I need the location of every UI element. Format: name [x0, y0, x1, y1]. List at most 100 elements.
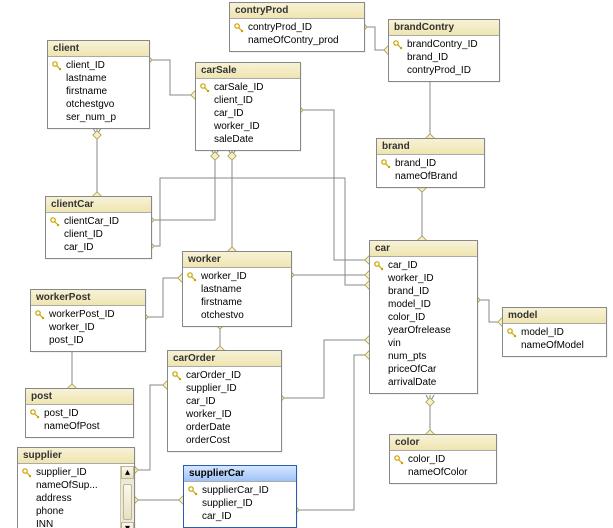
- column[interactable]: client_ID: [200, 94, 296, 107]
- table-model[interactable]: modelmodel_IDnameOfModel: [502, 307, 607, 357]
- column[interactable]: car_ID: [188, 510, 292, 523]
- table-header[interactable]: color: [390, 435, 496, 451]
- table-contryProd[interactable]: contryProd contryProd_IDnameOfContry_prod: [229, 2, 365, 52]
- column[interactable]: car_ID: [50, 241, 147, 254]
- column[interactable]: lastname: [187, 283, 287, 296]
- table-supplier[interactable]: supplier supplier_IDnameOfSup...addressph…: [17, 447, 135, 528]
- table-carOrder[interactable]: carOrdercarOrder_IDsupplier_IDcar_IDwork…: [167, 350, 282, 452]
- table-columns: carOrder_IDsupplier_IDcar_IDworker_IDord…: [168, 367, 281, 451]
- column[interactable]: INN: [22, 518, 130, 528]
- table-post[interactable]: post post_IDnameOfPost: [25, 388, 134, 438]
- column[interactable]: workerPost_ID: [35, 308, 141, 321]
- table-header[interactable]: brand: [377, 139, 484, 155]
- column-name: carOrder_ID: [186, 370, 241, 381]
- table-color[interactable]: color color_IDnameOfColor: [389, 434, 497, 484]
- column[interactable]: brandContry_ID: [393, 38, 495, 51]
- column[interactable]: address: [22, 492, 130, 505]
- column[interactable]: brand_ID: [393, 51, 495, 64]
- column[interactable]: nameOfSup...: [22, 479, 130, 492]
- table-header[interactable]: workerPost: [31, 290, 145, 306]
- column[interactable]: lastname: [52, 72, 145, 85]
- column[interactable]: vin: [374, 337, 473, 350]
- table-brandContry[interactable]: brandContry brandContry_IDbrand_IDcontryP…: [388, 19, 500, 82]
- column[interactable]: supplier_ID: [188, 497, 292, 510]
- table-columns: model_IDnameOfModel: [503, 324, 606, 356]
- table-header[interactable]: clientCar: [46, 197, 151, 213]
- column[interactable]: nameOfBrand: [381, 170, 480, 183]
- column[interactable]: clientCar_ID: [50, 215, 147, 228]
- column[interactable]: otchestvo: [187, 309, 287, 322]
- table-header[interactable]: post: [26, 389, 133, 405]
- column[interactable]: supplier_ID: [22, 466, 130, 479]
- column[interactable]: client_ID: [50, 228, 147, 241]
- column[interactable]: yearOfrelease: [374, 324, 473, 337]
- table-header[interactable]: worker: [183, 252, 291, 268]
- column[interactable]: worker_ID: [172, 408, 277, 421]
- column[interactable]: priceOfCar: [374, 363, 473, 376]
- table-car[interactable]: car car_IDworker_IDbrand_IDmodel_IDcolor_…: [369, 240, 478, 394]
- column[interactable]: num_pts: [374, 350, 473, 363]
- column[interactable]: brand_ID: [381, 157, 480, 170]
- column[interactable]: color_ID: [394, 453, 492, 466]
- table-header[interactable]: brandContry: [389, 20, 499, 36]
- column[interactable]: car_ID: [374, 259, 473, 272]
- column[interactable]: car_ID: [172, 395, 277, 408]
- column-icon: [200, 135, 210, 145]
- table-worker[interactable]: worker worker_IDlastnamefirstnameotchestv…: [182, 251, 292, 327]
- column[interactable]: ser_num_p: [52, 111, 145, 124]
- table-header[interactable]: model: [503, 308, 606, 324]
- column[interactable]: arrivalDate: [374, 376, 473, 389]
- column[interactable]: brand_ID: [374, 285, 473, 298]
- column[interactable]: saleDate: [200, 133, 296, 146]
- table-header[interactable]: contryProd: [230, 3, 364, 19]
- column[interactable]: carOrder_ID: [172, 369, 277, 382]
- table-header[interactable]: supplierCar: [184, 466, 296, 482]
- column[interactable]: orderDate: [172, 421, 277, 434]
- scroll-thumb[interactable]: [123, 484, 132, 520]
- column[interactable]: worker_ID: [374, 272, 473, 285]
- column[interactable]: orderCost: [172, 434, 277, 447]
- column[interactable]: firstname: [52, 85, 145, 98]
- table-workerPost[interactable]: workerPost workerPost_IDworker_IDpost_ID: [30, 289, 146, 352]
- column[interactable]: supplier_ID: [172, 382, 277, 395]
- column-name: ser_num_p: [66, 112, 116, 123]
- column[interactable]: firstname: [187, 296, 287, 309]
- table-clientCar[interactable]: clientCar clientCar_IDclient_IDcar_ID: [45, 196, 152, 259]
- table-brand[interactable]: brand brand_IDnameOfBrand: [376, 138, 485, 188]
- column[interactable]: carSale_ID: [200, 81, 296, 94]
- column[interactable]: model_ID: [507, 326, 602, 339]
- column[interactable]: supplierCar_ID: [188, 484, 292, 497]
- column[interactable]: post_ID: [30, 407, 129, 420]
- column[interactable]: nameOfPost: [30, 420, 129, 433]
- table-header[interactable]: carSale: [196, 63, 300, 79]
- column[interactable]: nameOfContry_prod: [234, 34, 360, 47]
- column-name: vin: [388, 338, 401, 349]
- column[interactable]: color_ID: [374, 311, 473, 324]
- column-name: nameOfPost: [44, 421, 100, 432]
- column[interactable]: worker_ID: [200, 120, 296, 133]
- column[interactable]: contryProd_ID: [393, 64, 495, 77]
- table-header[interactable]: supplier: [18, 448, 134, 464]
- table-header[interactable]: car: [370, 241, 477, 257]
- column[interactable]: phone: [22, 505, 130, 518]
- column[interactable]: worker_ID: [35, 321, 141, 334]
- column[interactable]: nameOfModel: [507, 339, 602, 352]
- column[interactable]: otchestgvo: [52, 98, 145, 111]
- column[interactable]: contryProd_ID: [234, 21, 360, 34]
- scroll-down-icon[interactable]: ▾: [121, 522, 134, 528]
- scrollbar[interactable]: ▴▾: [120, 466, 134, 528]
- column[interactable]: model_ID: [374, 298, 473, 311]
- table-supplierCar[interactable]: supplierCar supplierCar_IDsupplier_IDcar_…: [183, 465, 297, 528]
- table-carSale[interactable]: carSale carSale_IDclient_IDcar_IDworker_I…: [195, 62, 301, 151]
- primary-key-icon: [200, 83, 210, 93]
- table-client[interactable]: client client_IDlastnamefirstnameotchestg…: [47, 40, 150, 129]
- table-header[interactable]: client: [48, 41, 149, 57]
- column[interactable]: worker_ID: [187, 270, 287, 283]
- column[interactable]: car_ID: [200, 107, 296, 120]
- column[interactable]: post_ID: [35, 334, 141, 347]
- scroll-up-icon[interactable]: ▴: [121, 466, 134, 479]
- table-header[interactable]: carOrder: [168, 351, 281, 367]
- column[interactable]: nameOfColor: [394, 466, 492, 479]
- column[interactable]: client_ID: [52, 59, 145, 72]
- column-icon: [22, 481, 32, 491]
